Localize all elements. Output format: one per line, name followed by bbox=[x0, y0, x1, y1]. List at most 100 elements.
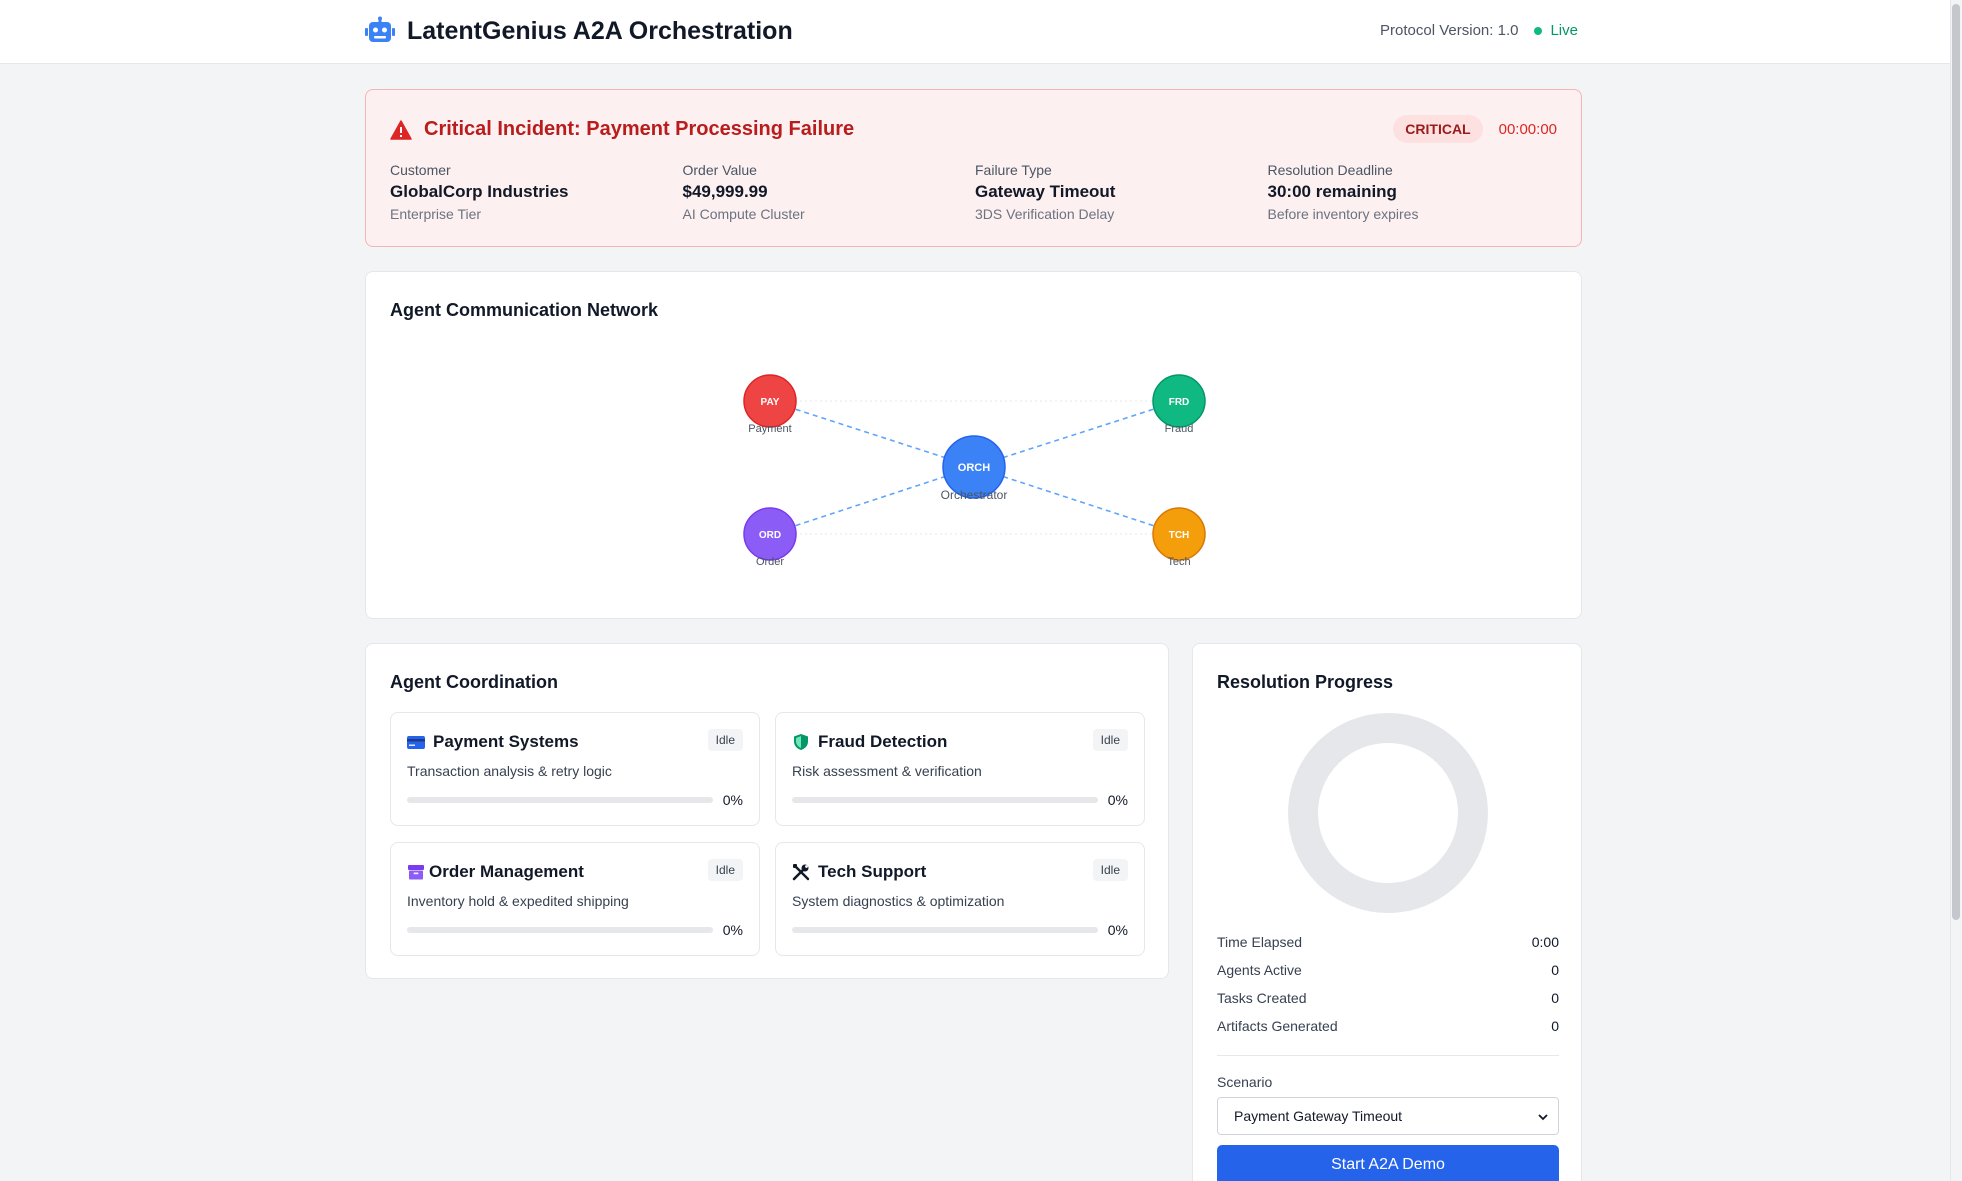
stat-tasks-created: Tasks Created 0 bbox=[1217, 984, 1559, 1012]
agent-progress-value: 0% bbox=[722, 792, 743, 808]
svg-text:ORD: ORD bbox=[759, 530, 781, 541]
incident-panel: Critical Incident: Payment Processing Fa… bbox=[365, 89, 1582, 247]
resolution-progress-card: Resolution Progress Time Elapsed 0:00 Ag… bbox=[1192, 643, 1582, 1181]
robot-icon bbox=[365, 16, 395, 42]
link-payment bbox=[769, 400, 975, 468]
progress-ring bbox=[1288, 713, 1488, 913]
node-orchestrator[interactable]: ORCH Orchestrator bbox=[941, 435, 1008, 502]
agent-progress-value: 0% bbox=[1107, 792, 1128, 808]
chevron-down-icon bbox=[1538, 1114, 1548, 1121]
agent-name: Fraud Detection bbox=[818, 732, 948, 751]
agent-progress-bar bbox=[407, 797, 713, 803]
field-subtext: AI Compute Cluster bbox=[682, 206, 805, 222]
agent-progress-bar bbox=[407, 927, 713, 933]
agent-description: System diagnostics & optimization bbox=[792, 893, 1005, 909]
field-label: Resolution Deadline bbox=[1267, 162, 1393, 178]
agent-description: Risk assessment & verification bbox=[792, 763, 982, 779]
field-value: Gateway Timeout bbox=[975, 182, 1116, 201]
scrollbar-thumb[interactable] bbox=[1952, 4, 1960, 920]
box-icon bbox=[408, 865, 424, 880]
agent-card-fraud[interactable]: Fraud Detection Idle Risk assessment & v… bbox=[775, 712, 1145, 826]
scenario-selected-value: Payment Gateway Timeout bbox=[1234, 1108, 1403, 1124]
scenario-select[interactable]: Payment Gateway Timeout bbox=[1217, 1097, 1559, 1135]
svg-text:PAY: PAY bbox=[761, 397, 780, 408]
agent-progress-bar bbox=[792, 797, 1098, 803]
shield-icon bbox=[794, 734, 808, 750]
svg-text:ORCH: ORCH bbox=[958, 462, 990, 474]
network-card: Agent Communication Network PAY Payment … bbox=[365, 271, 1582, 619]
agent-progress-value: 0% bbox=[722, 922, 743, 938]
agent-progress-value: 0% bbox=[1107, 922, 1128, 938]
node-fraud[interactable]: FRD Fraud bbox=[1152, 374, 1206, 435]
field-label: Failure Type bbox=[975, 162, 1052, 178]
agent-status-badge: Idle bbox=[707, 729, 743, 751]
field-subtext: Enterprise Tier bbox=[390, 206, 482, 222]
stat-label: Artifacts Generated bbox=[1217, 1018, 1338, 1034]
app-title: LatentGenius A2A Orchestration bbox=[407, 16, 793, 45]
stat-artifacts-generated: Artifacts Generated 0 bbox=[1217, 1012, 1559, 1040]
stat-value: 0 bbox=[1551, 962, 1559, 978]
field-subtext: 3DS Verification Delay bbox=[975, 206, 1115, 222]
agent-description: Transaction analysis & retry logic bbox=[407, 763, 612, 779]
scrollbar[interactable] bbox=[1950, 0, 1962, 1181]
brand: LatentGenius A2A Orchestration bbox=[365, 16, 793, 46]
header-status: Protocol Version: 1.0 Live bbox=[1380, 22, 1578, 39]
stat-value: 0 bbox=[1551, 1018, 1559, 1034]
agent-name: Tech Support bbox=[818, 862, 927, 881]
live-indicator-dot bbox=[1534, 26, 1543, 35]
incident-field-order-value: Order Value $49,999.99 AI Compute Cluste… bbox=[683, 160, 976, 224]
stat-agents-active: Agents Active 0 bbox=[1217, 956, 1559, 984]
warning-icon bbox=[390, 119, 412, 140]
divider bbox=[1217, 1055, 1559, 1056]
agent-name: Payment Systems bbox=[433, 732, 579, 751]
incident-timer: 00:00:00 bbox=[1498, 120, 1557, 138]
live-status: Live bbox=[1550, 22, 1578, 39]
stat-label: Agents Active bbox=[1217, 962, 1302, 978]
incident-heading: Critical Incident: Payment Processing Fa… bbox=[390, 118, 854, 141]
scenario-label: Scenario bbox=[1217, 1074, 1273, 1090]
stat-label: Time Elapsed bbox=[1217, 934, 1303, 950]
incident-title: Critical Incident: Payment Processing Fa… bbox=[424, 118, 855, 140]
progress-title: Resolution Progress bbox=[1217, 672, 1394, 692]
agent-description: Inventory hold & expedited shipping bbox=[407, 893, 629, 909]
tools-icon bbox=[792, 864, 810, 881]
link-fraud bbox=[973, 400, 1180, 468]
agent-card-payment[interactable]: Payment Systems Idle Transaction analysi… bbox=[390, 712, 760, 826]
agent-card-order[interactable]: Order Management Idle Inventory hold & e… bbox=[390, 842, 760, 956]
svg-text:Orchestrator: Orchestrator bbox=[941, 488, 1008, 502]
protocol-version: Protocol Version: 1.0 bbox=[1380, 22, 1519, 39]
severity-badge: CRITICAL bbox=[1393, 115, 1483, 143]
field-label: Order Value bbox=[682, 162, 757, 178]
svg-text:FRD: FRD bbox=[1169, 397, 1190, 408]
start-demo-button[interactable]: Start A2A Demo bbox=[1217, 1145, 1559, 1181]
field-value: GlobalCorp Industries bbox=[390, 182, 569, 201]
svg-text:Payment: Payment bbox=[748, 423, 791, 435]
top-header: LatentGenius A2A Orchestration Protocol … bbox=[0, 0, 1950, 64]
agent-coordination-card: Agent Coordination Payment Systems Idle … bbox=[365, 643, 1169, 979]
stat-time-elapsed: Time Elapsed 0:00 bbox=[1217, 928, 1559, 956]
svg-text:Order: Order bbox=[756, 556, 784, 568]
network-graph: PAY Payment FRD Fraud ORD Order TCH Tech… bbox=[743, 374, 1206, 568]
progress-stats: Time Elapsed 0:00 Agents Active 0 Tasks … bbox=[1217, 928, 1559, 1040]
node-payment[interactable]: PAY Payment bbox=[743, 374, 797, 435]
agent-progress-bar bbox=[792, 927, 1098, 933]
agent-card-tech[interactable]: Tech Support Idle System diagnostics & o… bbox=[775, 842, 1145, 956]
field-subtext: Before inventory expires bbox=[1267, 206, 1419, 222]
credit-card-icon bbox=[407, 736, 425, 749]
node-order[interactable]: ORD Order bbox=[743, 507, 797, 568]
incident-field-deadline: Resolution Deadline 30:00 remaining Befo… bbox=[1268, 160, 1561, 224]
stat-value: 0 bbox=[1551, 990, 1559, 1006]
node-tech[interactable]: TCH Tech bbox=[1152, 507, 1206, 568]
stat-label: Tasks Created bbox=[1217, 990, 1307, 1006]
incident-field-customer: Customer GlobalCorp Industries Enterpris… bbox=[390, 160, 683, 224]
incident-status: CRITICAL 00:00:00 bbox=[1393, 115, 1557, 143]
incident-field-failure-type: Failure Type Gateway Timeout 3DS Verific… bbox=[975, 160, 1268, 224]
agent-name: Order Management bbox=[429, 862, 584, 881]
agent-status-badge: Idle bbox=[1092, 859, 1128, 881]
stat-value: 0:00 bbox=[1531, 934, 1559, 950]
field-label: Customer bbox=[390, 162, 451, 178]
svg-text:Fraud: Fraud bbox=[1165, 423, 1194, 435]
coordination-title: Agent Coordination bbox=[390, 672, 558, 692]
agent-status-badge: Idle bbox=[707, 859, 743, 881]
incident-details: Customer GlobalCorp Industries Enterpris… bbox=[390, 160, 1560, 224]
